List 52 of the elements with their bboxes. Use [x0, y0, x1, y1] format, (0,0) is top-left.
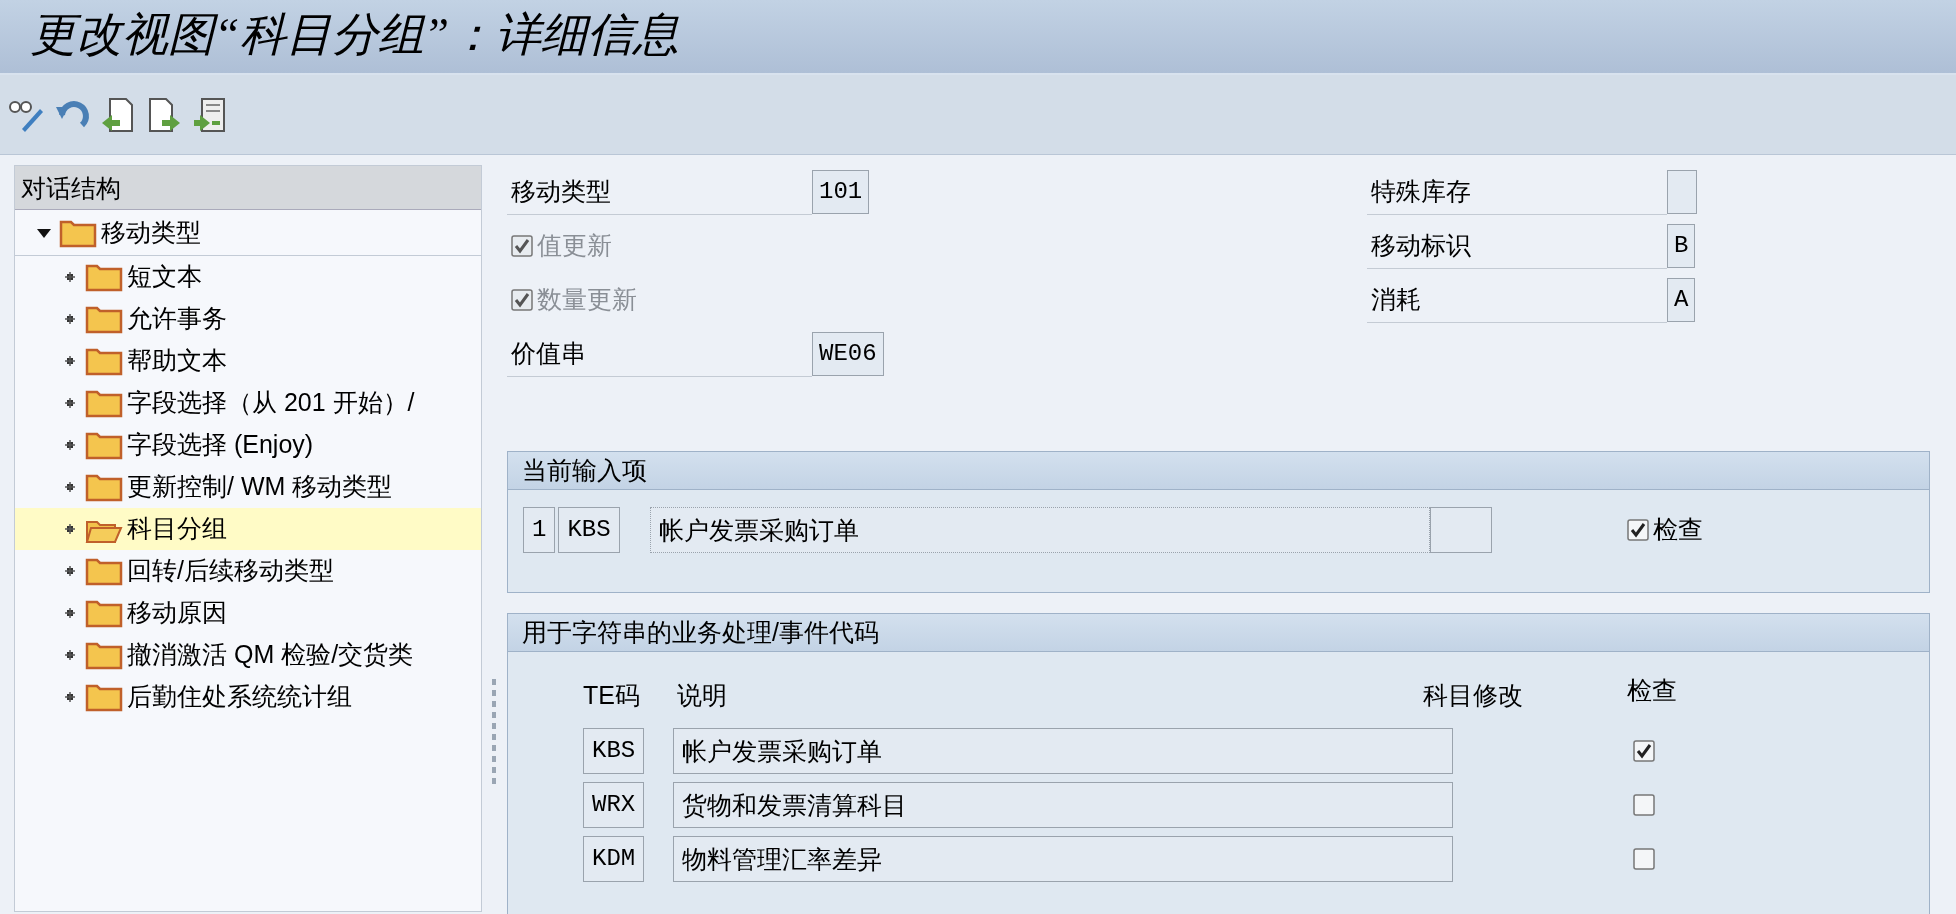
table-cell: 帐户发票采购订单 — [673, 727, 1453, 774]
folder-icon — [85, 472, 123, 502]
tree-item[interactable]: 短文本 — [127, 258, 202, 296]
input-field[interactable]: WE06 — [812, 332, 884, 376]
input-field[interactable]: 101 — [812, 170, 870, 214]
table-cell: WRX — [583, 781, 645, 828]
input-field[interactable]: A — [1667, 278, 1696, 322]
column-header: 说明 — [676, 680, 727, 711]
column-header: 检查 — [1627, 675, 1677, 706]
folder-icon — [85, 346, 123, 376]
folder-icon — [85, 430, 123, 460]
checkbox[interactable] — [1633, 740, 1655, 763]
table-cell: 物料管理汇率差异 — [673, 835, 1453, 882]
panel-header: 对话结构 — [15, 166, 481, 210]
folder-icon — [85, 304, 123, 334]
checkbox[interactable] — [1633, 848, 1655, 871]
folder-icon — [85, 556, 123, 586]
tree-item[interactable]: 更新控制/ WM 移动类型 — [127, 468, 393, 506]
table-cell: 货物和发票清算科目 — [673, 781, 1453, 828]
table-cell: KDM — [583, 835, 645, 882]
tree-item[interactable]: 移动原因 — [127, 594, 227, 632]
folder-icon — [85, 598, 123, 628]
input-field[interactable]: 帐户发票采购订单 — [649, 507, 1430, 553]
checkbox-label: 数量更新 — [537, 284, 637, 316]
input-field[interactable]: 1 — [523, 507, 556, 553]
checkbox-label: 值更新 — [537, 230, 612, 262]
table-cell: KBS — [583, 727, 645, 774]
folder-icon — [85, 640, 123, 670]
folder-icon — [85, 262, 123, 292]
folder-icon — [85, 682, 123, 712]
checkbox-label: 检查 — [1652, 514, 1703, 546]
input-field[interactable] — [1429, 507, 1492, 553]
column-header: TE码 — [583, 680, 640, 711]
window-title: 更改视图“科目分组”：详细信息 — [30, 9, 680, 60]
checkbox[interactable] — [1626, 519, 1649, 541]
column-header: 科目修改 — [1423, 680, 1523, 711]
input-field[interactable] — [1667, 170, 1697, 214]
tree-item[interactable]: 科目分组 — [127, 510, 227, 548]
tree-item[interactable]: 移动类型 — [101, 213, 201, 252]
tree-item[interactable]: 帮助文本 — [127, 342, 227, 380]
tree-item[interactable]: 回转/后续移动类型 — [127, 552, 334, 590]
tree-item[interactable]: 字段选择 (Enjoy) — [127, 426, 314, 464]
tree-item[interactable]: 后勤住处系统统计组 — [127, 678, 352, 716]
folder-icon — [85, 388, 123, 418]
tree-item[interactable]: 字段选择（从 201 开始）/ — [127, 384, 415, 422]
group-title: 用于字符串的业务处理/事件代码 — [508, 614, 1929, 652]
input-field[interactable]: B — [1667, 224, 1696, 268]
tree-item[interactable]: 撤消激活 QM 检验/交货类 — [127, 636, 414, 674]
tree-item[interactable]: 允许事务 — [127, 300, 227, 338]
input-field[interactable]: KBS — [558, 507, 620, 553]
group-title: 当前输入项 — [508, 452, 1929, 490]
checkbox[interactable] — [1633, 794, 1655, 817]
